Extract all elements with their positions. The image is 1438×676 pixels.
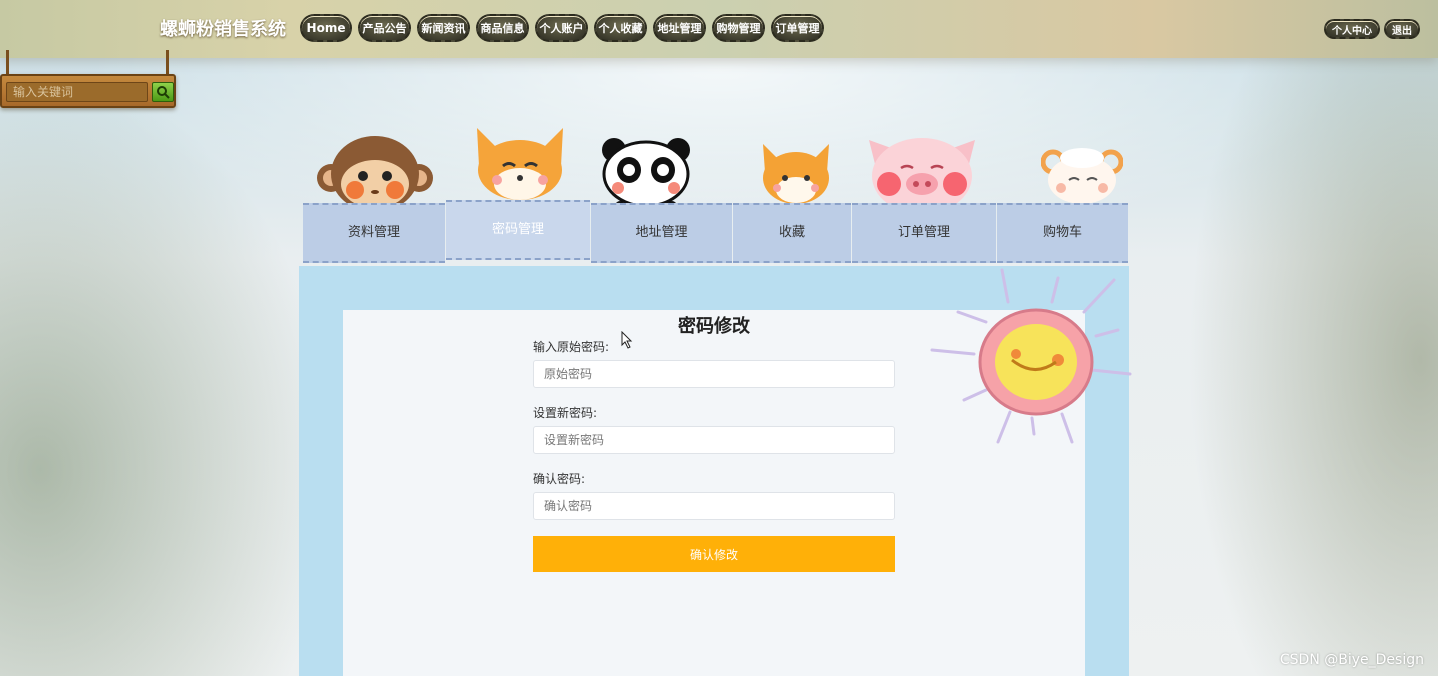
- confirm-password-label: 确认密码:: [533, 472, 586, 486]
- sheep-icon: [1041, 148, 1123, 204]
- tab-profile[interactable]: 资料管理: [303, 203, 445, 263]
- search-button[interactable]: [152, 82, 174, 102]
- tab-label: 资料管理: [347, 224, 400, 240]
- confirm-change-button[interactable]: 确认修改: [533, 536, 895, 572]
- confirm-password-input[interactable]: [533, 492, 895, 520]
- nav-shopping[interactable]: 购物管理: [712, 14, 765, 42]
- form-title: 密码修改: [678, 316, 750, 337]
- search-input[interactable]: [6, 82, 148, 102]
- nav-news[interactable]: 新闻资讯: [417, 14, 470, 42]
- fox-icon: [477, 128, 563, 200]
- small-fox-icon: [763, 144, 829, 204]
- tab-address[interactable]: 地址管理: [591, 203, 732, 263]
- nav-account[interactable]: 个人账户: [535, 14, 588, 42]
- sun-icon: [930, 268, 1132, 444]
- password-form: 输入原始密码: 设置新密码: 确认密码: 确认修改: [533, 338, 895, 572]
- site-title: 螺蛳粉销售系统: [160, 19, 286, 40]
- mouse-cursor-icon: [621, 331, 633, 349]
- watermark: CSDN @Biye_Design: [1279, 652, 1424, 668]
- logout-button[interactable]: 退出: [1384, 19, 1420, 39]
- nav-home[interactable]: Home: [300, 14, 352, 42]
- search-icon: [157, 86, 170, 99]
- old-password-label: 输入原始密码:: [533, 340, 610, 354]
- tab-label: 收藏: [778, 224, 805, 240]
- tab-password[interactable]: 密码管理: [446, 200, 590, 260]
- new-password-input[interactable]: [533, 426, 895, 454]
- nav-product-notice[interactable]: 产品公告: [358, 14, 411, 42]
- user-nav: 个人中心 退出: [1324, 19, 1420, 39]
- nav-favorites[interactable]: 个人收藏: [594, 14, 647, 42]
- tab-favorites[interactable]: 收藏: [733, 203, 851, 263]
- old-password-input[interactable]: [533, 360, 895, 388]
- nav-address[interactable]: 地址管理: [653, 14, 706, 42]
- monkey-icon: [317, 136, 433, 212]
- top-banner: 螺蛳粉销售系统 Home 产品公告 新闻资讯 商品信息 个人账户 个人收藏 地址…: [0, 0, 1438, 58]
- panda-icon: [602, 138, 690, 211]
- personal-center-button[interactable]: 个人中心: [1324, 19, 1380, 39]
- tab-cart[interactable]: 购物车: [997, 203, 1128, 263]
- main-nav: Home 产品公告 新闻资讯 商品信息 个人账户 个人收藏 地址管理 购物管理 …: [300, 14, 824, 42]
- tab-label: 订单管理: [897, 224, 950, 240]
- new-password-label: 设置新密码:: [533, 406, 598, 420]
- tab-label: 密码管理: [491, 221, 544, 237]
- profile-tabs: 资料管理 密码管理 地址管理 收藏 订单管理 购物车: [303, 118, 1128, 266]
- tab-label: 购物车: [1042, 224, 1082, 240]
- tab-orders[interactable]: 订单管理: [852, 203, 996, 263]
- nav-orders[interactable]: 订单管理: [771, 14, 824, 42]
- search-box: [0, 74, 176, 108]
- nav-products[interactable]: 商品信息: [476, 14, 529, 42]
- tab-label: 地址管理: [635, 224, 688, 240]
